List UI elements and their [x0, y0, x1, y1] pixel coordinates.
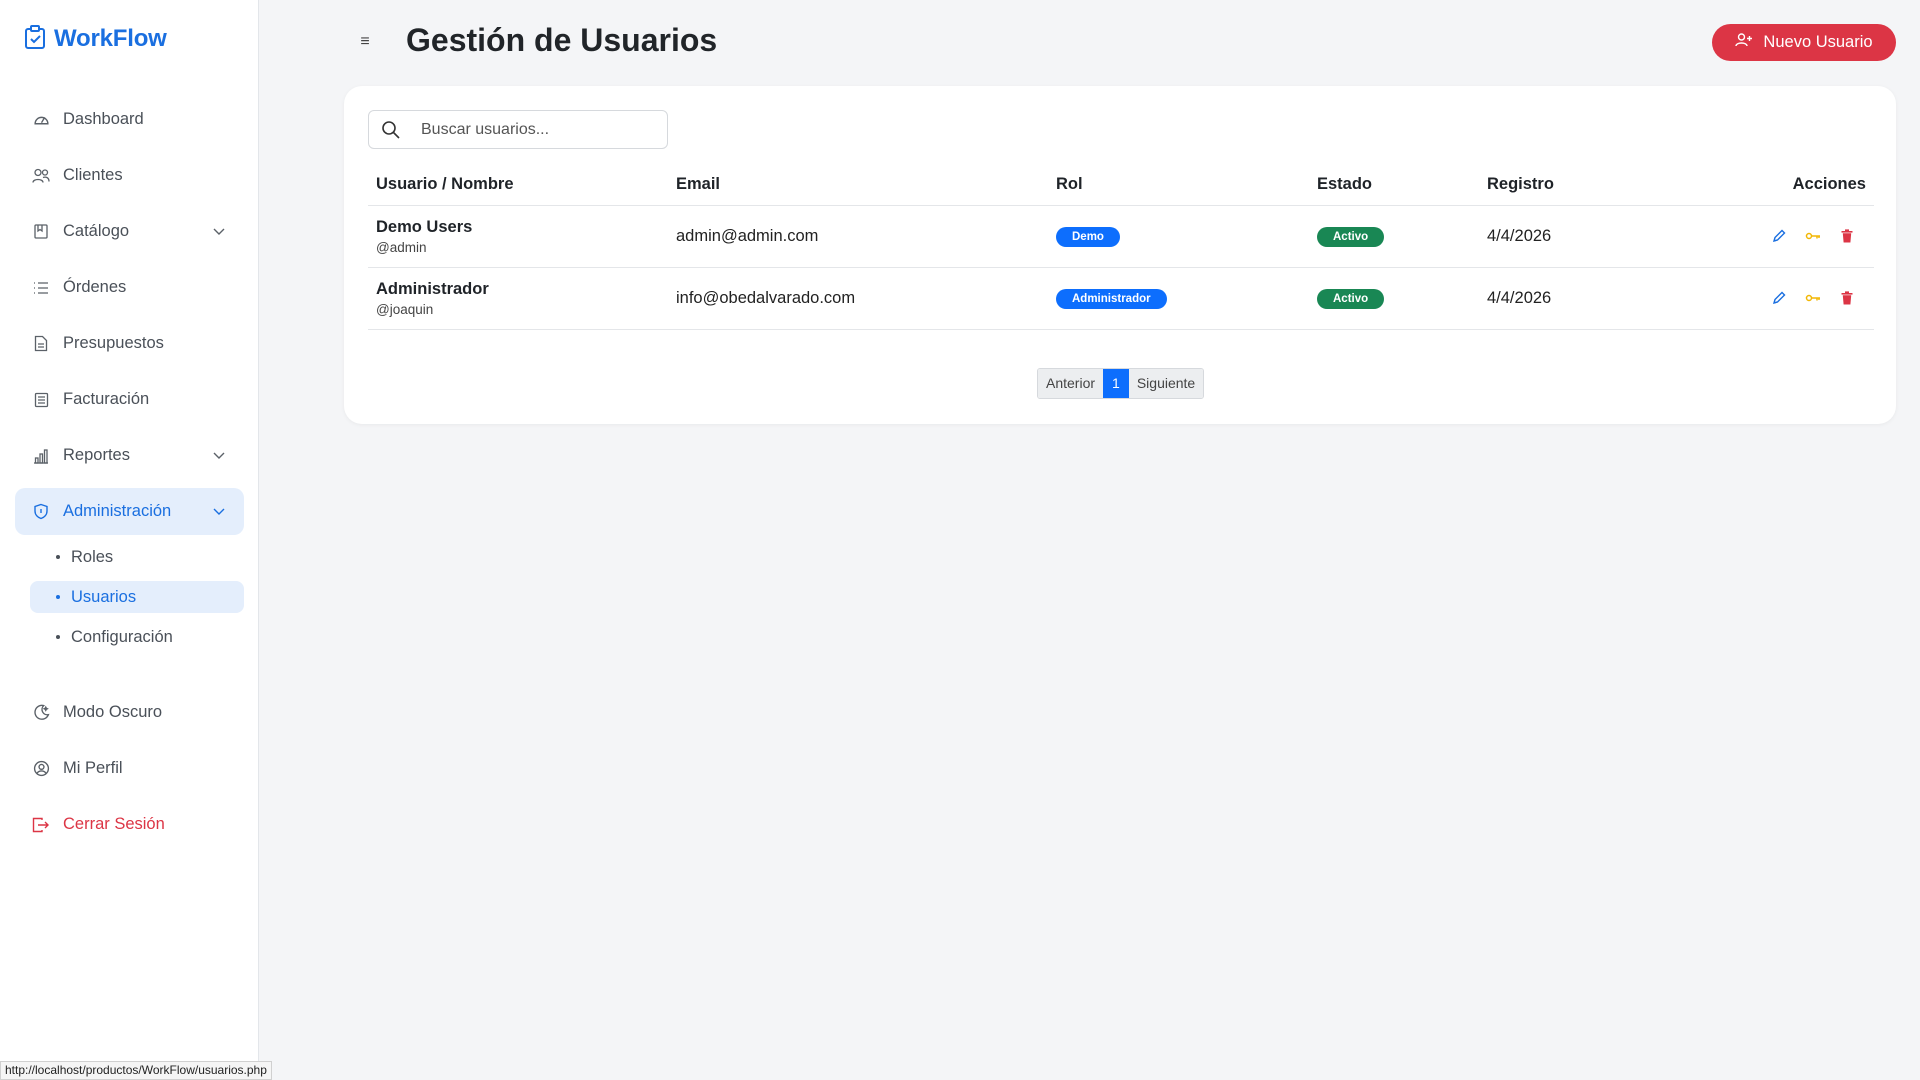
sidebar-item-label: Mi Perfil	[63, 759, 123, 777]
role-badge: Administrador	[1056, 288, 1167, 309]
sidebar-item-label: Modo Oscuro	[63, 703, 163, 721]
search-box[interactable]	[368, 110, 668, 149]
column-header: Usuario / Nombre	[368, 165, 668, 206]
user-cell: Administrador @joaquin	[368, 267, 668, 330]
sidebar-item-ordenes[interactable]: Órdenes	[15, 264, 244, 311]
search-icon	[381, 120, 401, 140]
sidebar-item-administracion[interactable]: Administración	[15, 488, 244, 535]
user-email: admin@admin.com	[668, 205, 1048, 268]
new-user-button[interactable]: Nuevo Usuario	[1712, 24, 1896, 61]
brand-logo[interactable]: WorkFlow	[24, 22, 167, 56]
status-badge: Activo	[1317, 288, 1385, 309]
moon-icon	[32, 704, 50, 722]
brand-name: WorkFlow	[54, 25, 167, 52]
sidebar-item-mi-perfil[interactable]: Mi Perfil	[15, 745, 244, 792]
edit-icon[interactable]	[1770, 227, 1788, 245]
admin-submenu: Roles Usuarios Configuración	[30, 541, 244, 653]
shield-icon	[32, 503, 50, 521]
key-icon[interactable]	[1804, 289, 1822, 307]
new-user-label: Nuevo Usuario	[1763, 33, 1873, 51]
sidebar-item-reportes[interactable]: Reportes	[15, 432, 244, 479]
column-header: Estado	[1309, 165, 1479, 206]
speedometer-icon	[32, 111, 50, 129]
column-header: Acciones	[1679, 165, 1874, 206]
bar-chart-icon	[32, 447, 50, 465]
role-badge: Demo	[1056, 226, 1120, 247]
list-icon	[32, 279, 50, 297]
sidebar-item-label: Administración	[63, 502, 172, 520]
user-email: info@obedalvarado.com	[668, 267, 1048, 330]
person-circle-icon	[32, 760, 50, 778]
bottom-nav: Modo Oscuro Mi Perfil Cerrar Sesión	[15, 689, 244, 857]
logout-button[interactable]: Cerrar Sesión	[15, 801, 244, 848]
column-header: Registro	[1479, 165, 1679, 206]
role-cell: Demo	[1048, 205, 1309, 268]
sidebar-subitem-configuracion[interactable]: Configuración	[30, 621, 244, 653]
page-title: Gestión de Usuarios	[406, 22, 718, 58]
user-cell: Demo Users @admin	[368, 205, 668, 268]
table-header-row: Usuario / Nombre Email Rol Estado Regist…	[368, 165, 1874, 206]
registration-date: 4/4/2026	[1479, 205, 1679, 268]
sidebar-item-catalogo[interactable]: Catálogo	[15, 208, 244, 255]
sidebar-item-label: Dashboard	[63, 110, 144, 128]
document-icon	[32, 335, 50, 353]
table-row: Administrador @joaquin info@obedalvarado…	[368, 267, 1874, 330]
users-card: Usuario / Nombre Email Rol Estado Regist…	[344, 86, 1896, 424]
actions-cell	[1679, 205, 1874, 268]
pagination-page-button[interactable]: 1	[1103, 369, 1129, 398]
person-add-icon	[1735, 32, 1753, 53]
main-nav: Dashboard Clientes Catálogo Órdenes Pres…	[15, 96, 244, 661]
sidebar: WorkFlow Dashboard Clientes Catálogo Órd…	[0, 0, 259, 1080]
chevron-down-icon	[212, 224, 226, 238]
users-table: Usuario / Nombre Email Rol Estado Regist…	[368, 165, 1874, 330]
sidebar-item-label: Presupuestos	[63, 334, 164, 352]
sidebar-item-clientes[interactable]: Clientes	[15, 152, 244, 199]
column-header: Email	[668, 165, 1048, 206]
user-name: Administrador	[376, 280, 489, 298]
logout-icon	[32, 816, 50, 834]
sidebar-item-label: Órdenes	[63, 278, 127, 296]
sidebar-item-label: Reportes	[63, 446, 130, 464]
sidebar-item-presupuestos[interactable]: Presupuestos	[15, 320, 244, 367]
sidebar-subitem-label: Usuarios	[71, 587, 137, 606]
user-name: Demo Users	[376, 218, 473, 236]
status-badge: Activo	[1317, 226, 1385, 247]
sidebar-subitem-label: Roles	[71, 547, 114, 566]
pagination: Anterior 1 Siguiente	[1037, 368, 1205, 399]
trash-icon[interactable]	[1838, 289, 1856, 307]
sidebar-subitem-label: Configuración	[71, 627, 173, 646]
user-handle: @joaquin	[376, 302, 434, 317]
sidebar-item-label: Clientes	[63, 166, 123, 184]
state-cell: Activo	[1309, 267, 1479, 330]
role-cell: Administrador	[1048, 267, 1309, 330]
chevron-down-icon	[212, 504, 226, 518]
pagination-prev-button[interactable]: Anterior	[1038, 369, 1104, 398]
state-cell: Activo	[1309, 205, 1479, 268]
edit-icon[interactable]	[1770, 289, 1788, 307]
book-icon	[32, 223, 50, 241]
chevron-down-icon	[212, 448, 226, 462]
dark-mode-toggle[interactable]: Modo Oscuro	[15, 689, 244, 736]
browser-status-bar: http://localhost/productos/WorkFlow/usua…	[0, 1061, 272, 1080]
sidebar-item-dashboard[interactable]: Dashboard	[15, 96, 244, 143]
actions-cell	[1679, 267, 1874, 330]
sidebar-subitem-usuarios[interactable]: Usuarios	[30, 581, 244, 613]
sidebar-item-label: Catálogo	[63, 222, 130, 240]
user-handle: @admin	[376, 240, 427, 255]
menu-toggle-icon[interactable]: ≡	[355, 32, 375, 52]
table-row: Demo Users @admin admin@admin.com Demo A…	[368, 205, 1874, 268]
trash-icon[interactable]	[1838, 227, 1856, 245]
sidebar-item-facturacion[interactable]: Facturación	[15, 376, 244, 423]
column-header: Rol	[1048, 165, 1309, 206]
sidebar-item-label: Facturación	[63, 390, 150, 408]
clipboard-check-icon	[24, 24, 46, 54]
registration-date: 4/4/2026	[1479, 267, 1679, 330]
receipt-icon	[32, 391, 50, 409]
people-icon	[32, 167, 50, 185]
key-icon[interactable]	[1804, 227, 1822, 245]
pagination-next-button[interactable]: Siguiente	[1128, 369, 1204, 398]
search-input[interactable]	[421, 120, 651, 139]
sidebar-subitem-roles[interactable]: Roles	[30, 541, 244, 573]
sidebar-item-label: Cerrar Sesión	[63, 815, 165, 833]
